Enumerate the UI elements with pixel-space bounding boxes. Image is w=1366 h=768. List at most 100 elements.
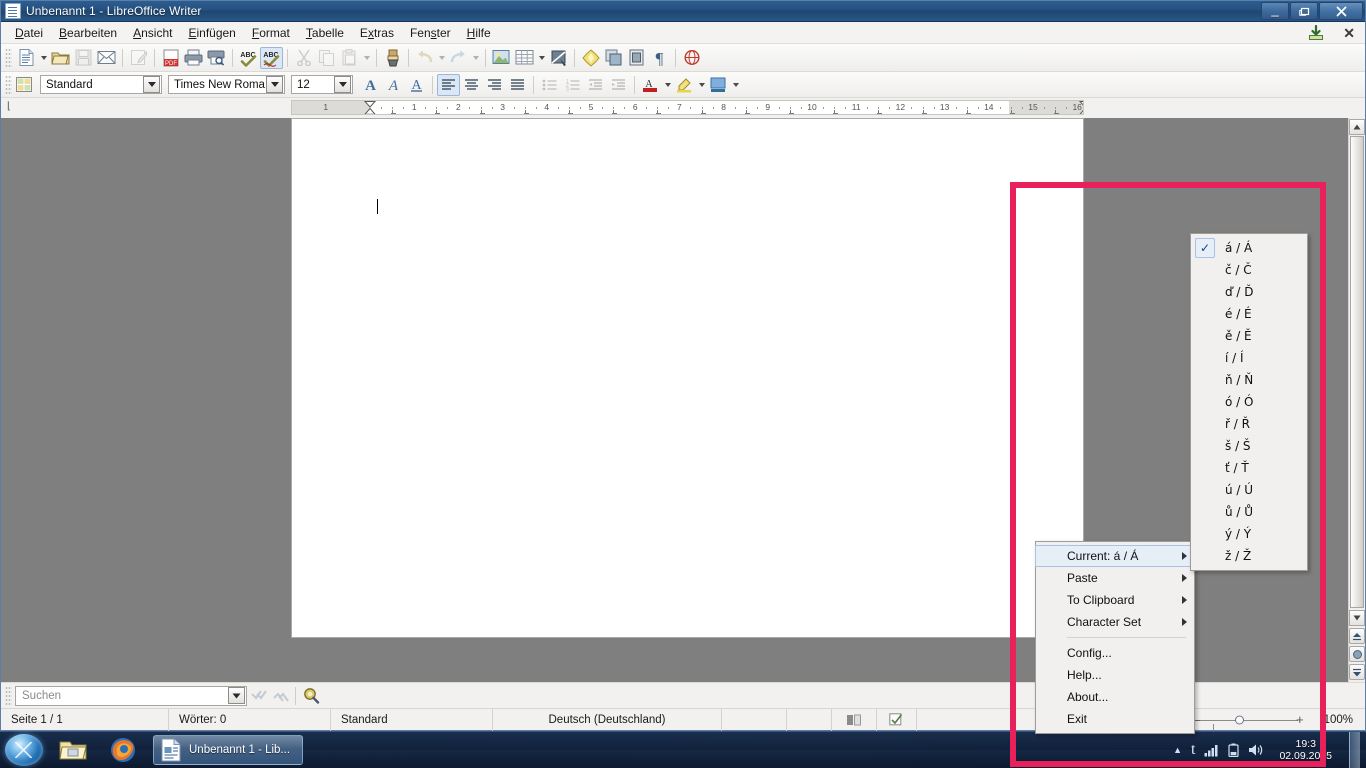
download-update-icon[interactable]: [1307, 24, 1325, 41]
insert-table-icon[interactable]: [513, 47, 536, 69]
ruler-tab-stop[interactable]: [921, 110, 928, 114]
underline-icon[interactable]: A: [405, 74, 428, 96]
copy-icon[interactable]: [315, 47, 338, 69]
toolbar-grip[interactable]: [5, 74, 12, 95]
zoom-slider[interactable]: ‒ +: [1183, 709, 1314, 735]
background-color-icon[interactable]: [707, 74, 730, 96]
tab-stop-selector-icon[interactable]: ⌊: [7, 101, 11, 112]
character-submenu-item[interactable]: í / Í: [1191, 347, 1307, 369]
context-menu-item[interactable]: Paste: [1036, 567, 1194, 589]
status-insert-mode[interactable]: [722, 708, 787, 731]
insert-table-dropdown[interactable]: [536, 47, 547, 69]
zoom-level[interactable]: 100%: [1314, 709, 1365, 731]
ruler-tab-stop[interactable]: [435, 110, 441, 114]
context-menu-item[interactable]: Exit: [1036, 708, 1194, 730]
special-character-icon[interactable]: [579, 47, 602, 69]
undo-dropdown[interactable]: [436, 47, 447, 69]
clone-formatting-icon[interactable]: [381, 47, 404, 69]
network-signal-icon[interactable]: [1204, 744, 1219, 757]
paste-icon[interactable]: [338, 47, 361, 69]
print-preview-icon[interactable]: [205, 47, 228, 69]
battery-icon[interactable]: [1228, 743, 1240, 757]
autospellcheck-icon[interactable]: ABC: [260, 46, 283, 69]
justify-icon[interactable]: [506, 74, 529, 96]
ruler-tab-stop[interactable]: [965, 110, 972, 114]
view-layout-icon[interactable]: [832, 708, 877, 731]
redo-dropdown[interactable]: [470, 47, 481, 69]
tightvnc-icon[interactable]: t: [1191, 741, 1195, 759]
ruler-tab-stop[interactable]: [1009, 110, 1016, 114]
insert-textbox-icon[interactable]: [625, 47, 648, 69]
character-submenu-item[interactable]: ✓ á / Á: [1191, 237, 1307, 259]
character-submenu-item[interactable]: ě / Ě: [1191, 325, 1307, 347]
previous-page-button[interactable]: [1349, 628, 1365, 644]
indent-marker-left[interactable]: [364, 101, 376, 114]
ruler-tab-stop[interactable]: [700, 110, 707, 114]
character-submenu-item[interactable]: š / Š: [1191, 435, 1307, 457]
edit-mode-icon[interactable]: [127, 47, 150, 69]
context-menu-item[interactable]: Help...: [1036, 664, 1194, 686]
align-left-icon[interactable]: [437, 73, 460, 96]
search-history-dropdown[interactable]: [228, 687, 245, 704]
character-submenu-item[interactable]: ý / Ý: [1191, 523, 1307, 545]
chevron-down-icon[interactable]: [143, 76, 160, 93]
open-document-icon[interactable]: [49, 47, 72, 69]
indent-marker-right[interactable]: [1079, 101, 1083, 114]
background-color-dropdown[interactable]: [730, 74, 741, 96]
ruler-tab-stop[interactable]: [877, 110, 883, 114]
character-submenu-item[interactable]: ú / Ú: [1191, 479, 1307, 501]
highlighting-dropdown[interactable]: [696, 74, 707, 96]
scroll-up-button[interactable]: [1349, 119, 1365, 135]
status-language[interactable]: Deutsch (Deutschland): [493, 708, 722, 731]
ruler-tab-stop[interactable]: [523, 110, 530, 114]
font-name-combo[interactable]: Times New Roma: [168, 75, 285, 94]
save-document-icon[interactable]: [72, 47, 95, 69]
scroll-down-button[interactable]: [1349, 610, 1365, 626]
insert-image-icon[interactable]: [490, 47, 513, 69]
find-previous-icon[interactable]: [269, 686, 291, 706]
close-button[interactable]: [1319, 2, 1363, 20]
menu-bearbeiten[interactable]: Bearbeiten: [51, 24, 125, 42]
status-page[interactable]: Seite 1 / 1: [1, 708, 169, 731]
ruler-tab-stop[interactable]: [567, 110, 574, 114]
search-input[interactable]: Suchen: [15, 685, 247, 706]
menu-fenster[interactable]: Fenster: [402, 24, 459, 42]
navigation-button[interactable]: [1349, 646, 1365, 662]
menu-ansicht[interactable]: Ansicht: [125, 24, 180, 42]
sidebar-settings-icon[interactable]: [15, 75, 35, 95]
context-menu-item[interactable]: Character Set: [1036, 611, 1194, 633]
chevron-down-icon[interactable]: [334, 76, 351, 93]
ruler-tab-stop[interactable]: [656, 110, 662, 114]
ruler-tab-stop[interactable]: [833, 110, 839, 114]
font-color-icon[interactable]: A: [639, 74, 662, 96]
character-submenu-item[interactable]: ž / Ž: [1191, 545, 1307, 567]
italic-icon[interactable]: A: [382, 74, 405, 96]
character-submenu-item[interactable]: é / É: [1191, 303, 1307, 325]
unordered-list-icon[interactable]: [538, 74, 561, 96]
paste-dropdown[interactable]: [361, 47, 372, 69]
font-color-dropdown[interactable]: [662, 74, 673, 96]
character-submenu-item[interactable]: ň / Ň: [1191, 369, 1307, 391]
next-page-button[interactable]: [1349, 664, 1365, 680]
show-desktop-button[interactable]: [1349, 731, 1360, 768]
new-document-icon[interactable]: [15, 47, 38, 69]
status-style[interactable]: Standard: [331, 708, 493, 731]
bold-icon[interactable]: A: [359, 74, 382, 96]
undo-icon[interactable]: [413, 47, 436, 69]
windows-start-orb[interactable]: [5, 734, 43, 766]
ruler-tab-stop[interactable]: [391, 110, 397, 114]
ruler-tab-stop[interactable]: [788, 110, 795, 114]
menu-einfuegen[interactable]: Einfügen: [180, 24, 243, 42]
align-center-icon[interactable]: [460, 74, 483, 96]
toolbar-grip[interactable]: [5, 685, 12, 706]
horizontal-ruler[interactable]: 1 1 2 3 4 5 6 7 8 9 10 11 12 13 14 15 16: [291, 100, 1084, 115]
character-submenu-item[interactable]: č / Č: [1191, 259, 1307, 281]
scrollbar-thumb[interactable]: [1350, 136, 1364, 608]
hyperlink-icon[interactable]: [680, 47, 703, 69]
ruler-tab-stop[interactable]: [612, 110, 618, 114]
status-words[interactable]: Wörter: 0: [169, 708, 331, 731]
taskbar-clock[interactable]: 19:3 02.09.2015: [1273, 738, 1338, 762]
character-submenu-item[interactable]: ř / Ř: [1191, 413, 1307, 435]
show-hidden-icons-icon[interactable]: ▲: [1173, 745, 1182, 755]
highlighting-icon[interactable]: [673, 74, 696, 96]
